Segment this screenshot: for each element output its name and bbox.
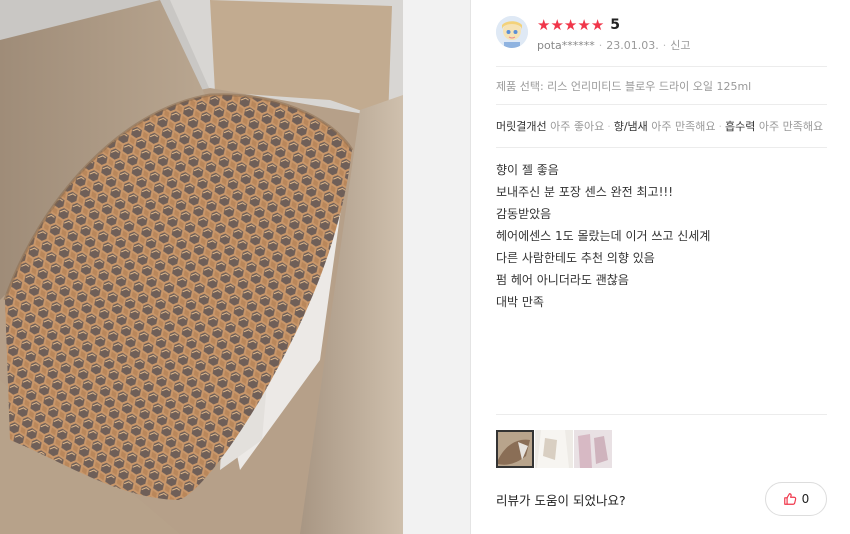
attribute-value: 아주 좋아요 (550, 120, 605, 133)
report-link[interactable]: 신고 (670, 39, 690, 52)
reviewer-avatar (496, 16, 528, 48)
review-line: 대박 만족 (496, 295, 544, 309)
review-line: 감동받았음 (496, 207, 552, 221)
review-line: 펌 헤어 아니더라도 괜찮음 (496, 273, 629, 287)
meta-separator: · (598, 39, 603, 52)
review-line: 다른 사람한테도 추천 의향 있음 (496, 251, 655, 265)
meta-separator: · (662, 39, 667, 52)
attribute-separator: · (607, 120, 611, 133)
review-line: 향이 젤 좋음 (496, 163, 559, 177)
like-button[interactable]: 0 (765, 482, 827, 516)
divider (496, 414, 827, 415)
attribute-name: 향/냄새 (613, 120, 648, 133)
star-icon: ★ (577, 16, 591, 34)
attribute-value: 아주 만족해요 (758, 120, 824, 133)
rating-score: 5 (610, 17, 621, 33)
attribute-value: 아주 만족해요 (651, 120, 716, 133)
photo-thumbnails (496, 430, 612, 468)
review-line: 보내주신 분 포장 센스 완전 최고!!! (496, 185, 674, 199)
reviewer-name: pota****** (537, 39, 595, 52)
review-date: 23.01.03. (606, 39, 659, 52)
like-count: 0 (801, 492, 810, 506)
star-icon: ★ (563, 16, 578, 34)
star-icon: ★ (590, 16, 605, 34)
review-photo (0, 0, 403, 534)
attribute-name: 흡수력 (725, 120, 756, 133)
review-detail: ★ ★ ★ ★ ★ 5 pota****** · 23.01.03. · 신고 제품 선… (0, 0, 850, 534)
attribute-separator: · (718, 120, 723, 133)
thumbnail-2[interactable] (535, 430, 573, 468)
review-attributes: 머릿결개선 아주 좋아요 · 향/냄새 아주 만족해요 · 흡수력 아주 만족해요 (496, 105, 827, 147)
helpful-question: 리뷰가 도움이 되었나요? (496, 493, 626, 508)
review-body: 향이 젤 좋음 보내주신 분 포장 센스 완전 최고!!! 감동받았음 헤어에센… (496, 148, 827, 389)
review-line: 헤어에센스 1도 몰랐는데 이거 쓰고 신세계 (496, 229, 711, 243)
review-panel: ★ ★ ★ ★ ★ 5 pota****** · 23.01.03. · 신고 제품 선… (496, 0, 827, 534)
star-icon: ★ (537, 16, 551, 34)
product-option: 제품 선택: 리스 언리미티드 블로우 드라이 오일 125ml (496, 80, 752, 93)
thumbnail-1[interactable] (496, 430, 534, 468)
star-icon: ★ (550, 16, 564, 34)
rating-stars: ★ ★ ★ ★ ★ 5 (537, 16, 620, 34)
thumbnail-3[interactable] (574, 430, 612, 468)
attribute-name: 머릿결개선 (496, 120, 547, 133)
thumbs-up-icon (783, 492, 797, 506)
review-meta: pota****** · 23.01.03. · 신고 (537, 37, 691, 53)
review-header: ★ ★ ★ ★ ★ 5 pota****** · 23.01.03. · 신고 (496, 0, 827, 66)
